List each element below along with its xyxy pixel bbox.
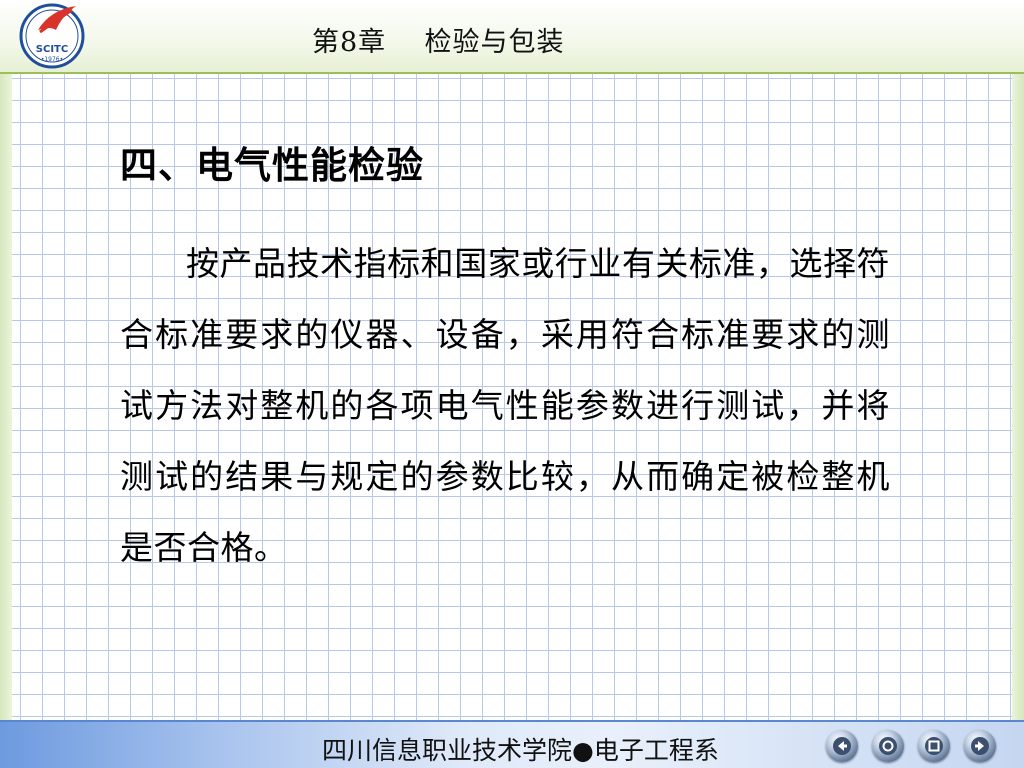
menu-icon <box>925 737 943 755</box>
footer-bar: 四川信息职业技术学院●电子工程系 <box>0 720 1024 768</box>
forward-button[interactable] <box>964 730 996 762</box>
section-title: 四、电气性能检验 <box>120 143 424 187</box>
forward-icon <box>971 737 989 755</box>
svg-text:•1976•: •1976• <box>41 56 63 63</box>
chapter-title: 第8章 检验与包装 <box>312 27 565 58</box>
back-button[interactable] <box>826 730 858 762</box>
home-button[interactable] <box>872 730 904 762</box>
header-bar: SCITC •1976• 第8章 检验与包装 <box>0 0 1024 74</box>
footer-institution: 四川信息职业技术学院●电子工程系 <box>322 736 719 765</box>
home-icon <box>879 737 897 755</box>
right-border <box>1012 74 1024 720</box>
school-logo: SCITC •1976• <box>19 3 85 69</box>
back-icon <box>833 737 851 755</box>
left-border <box>0 74 12 720</box>
menu-button[interactable] <box>918 730 950 762</box>
svg-text:SCITC: SCITC <box>36 44 68 55</box>
body-paragraph: 按产品技术指标和国家或行业有关标准，选择符合标准要求的仪器、设备，采用符合标准要… <box>120 244 890 567</box>
